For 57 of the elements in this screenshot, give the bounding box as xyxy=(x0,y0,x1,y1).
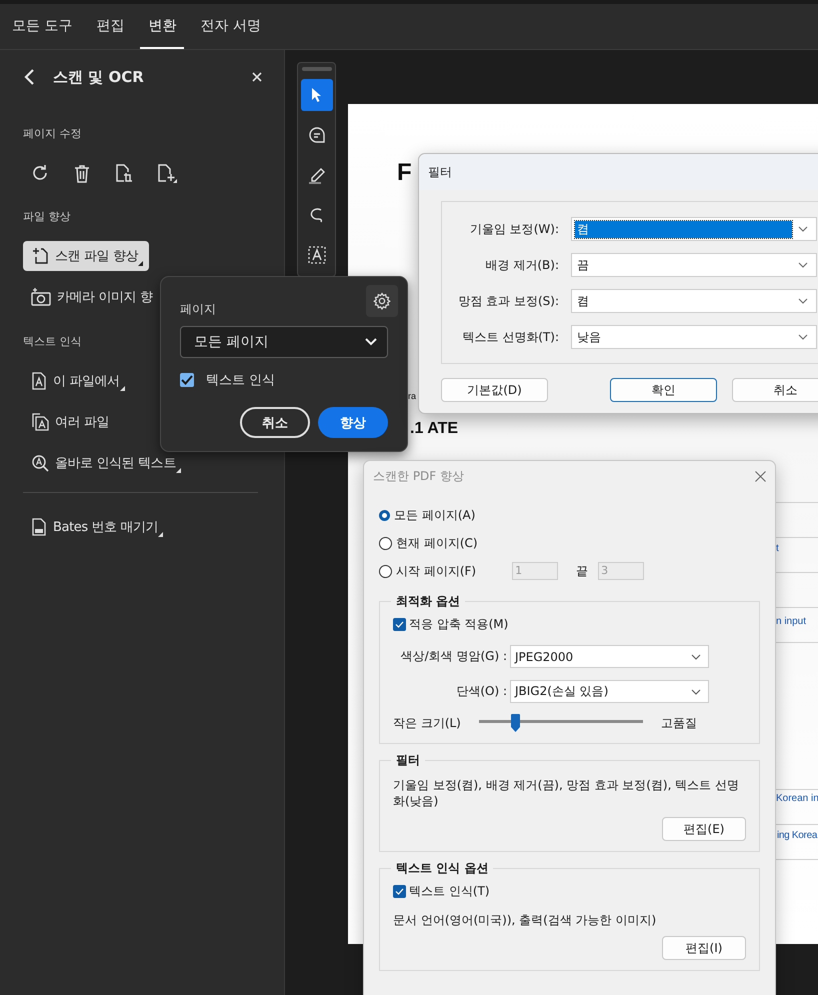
dropdown[interactable]: 켬 xyxy=(571,217,817,241)
panel-item[interactable]: 올바로 인식된 텍스트 xyxy=(23,448,187,478)
document-text: Korean in xyxy=(776,793,818,804)
dialog-button[interactable]: 확인 xyxy=(610,378,717,402)
cancel-button[interactable]: 취소 xyxy=(240,407,310,438)
field-label: 단색(O) : xyxy=(455,683,508,700)
section-heading: 페이지 수정 xyxy=(23,126,82,141)
field-label: 페이지 xyxy=(180,301,217,318)
document-text: .1 ATE xyxy=(410,420,458,438)
document-text: t xyxy=(776,543,779,554)
slider-label: 고품질 xyxy=(660,714,697,732)
tab[interactable]: 모든 도구 xyxy=(4,4,80,49)
group-title: 텍스트 인식 옵션 xyxy=(395,860,490,877)
filter-summary: 기울임 보정(켬), 배경 제거(끔), 망점 효과 보정(켬), 텍스트 선명화(낮음) xyxy=(393,777,740,809)
section-heading: 파일 향상 xyxy=(23,209,70,224)
document-text: n input xyxy=(776,616,806,627)
enhance-button[interactable]: 향상 xyxy=(318,407,388,438)
radio-label: 시작 페이지(F) xyxy=(396,562,476,580)
dialog-title: 스캔한 PDF 향상 xyxy=(373,468,464,484)
field-label: 기울임 보정(W): xyxy=(468,220,560,238)
dialog-button[interactable]: 취소 xyxy=(732,378,818,402)
field-label: 망점 효과 보정(S): xyxy=(457,292,560,310)
document-text: F xyxy=(397,159,412,187)
radio-label: 현재 페이지(C) xyxy=(396,534,478,552)
group-title: 최적화 옵션 xyxy=(395,593,462,610)
edit-button[interactable]: 편집(E) xyxy=(662,817,746,841)
slider-label: 작은 크기(L) xyxy=(393,714,461,732)
panel-title: 스캔 및 OCR xyxy=(53,68,145,86)
panel-item[interactable]: 스캔 파일 향상 xyxy=(23,241,150,271)
document-text: ing Korea xyxy=(777,830,818,841)
panel-item[interactable]: Bates 번호 매기기 xyxy=(23,512,170,542)
dropdown[interactable]: 끔 xyxy=(571,253,817,277)
ocr-summary: 문서 언어(영어(미국)), 출력(검색 가능한 이미지) xyxy=(393,912,658,928)
document-text: ra xyxy=(408,391,416,401)
dropdown[interactable]: 켬 xyxy=(571,289,817,313)
checkbox-label: 텍스트 인식 xyxy=(206,372,276,389)
checkbox-label: 적응 압축 적용(M) xyxy=(409,616,508,633)
field-label: 끝 xyxy=(576,562,588,580)
field-label: 배경 제거(B): xyxy=(484,256,560,274)
checkbox-label: 텍스트 인식(T) xyxy=(409,883,490,900)
field-label: 텍스트 선명화(T): xyxy=(461,328,560,346)
dialog-button[interactable]: 기본값(D) xyxy=(441,378,548,402)
dropdown[interactable]: JPEG2000 xyxy=(510,645,709,668)
page-select[interactable]: 모든 페이지 xyxy=(180,326,388,358)
tab[interactable]: 편집 xyxy=(88,4,132,49)
dropdown[interactable]: 낮음 xyxy=(571,325,817,349)
dropdown[interactable]: JBIG2(손실 있음) xyxy=(510,680,709,703)
field-label: 색상/회색 명암(G) : xyxy=(400,648,508,665)
panel-item[interactable]: 여러 파일 xyxy=(23,407,116,437)
edit-button[interactable]: 편집(I) xyxy=(662,936,746,960)
panel-item[interactable]: 카메라 이미지 향 xyxy=(23,282,159,312)
group-title: 필터 xyxy=(395,752,421,769)
section-heading: 텍스트 인식 xyxy=(23,334,82,349)
radio-label: 모든 페이지(A) xyxy=(394,506,476,524)
tab[interactable]: 전자 서명 xyxy=(192,4,269,49)
dialog-title: 필터 xyxy=(419,154,818,190)
panel-item[interactable]: 이 파일에서 xyxy=(23,366,131,396)
